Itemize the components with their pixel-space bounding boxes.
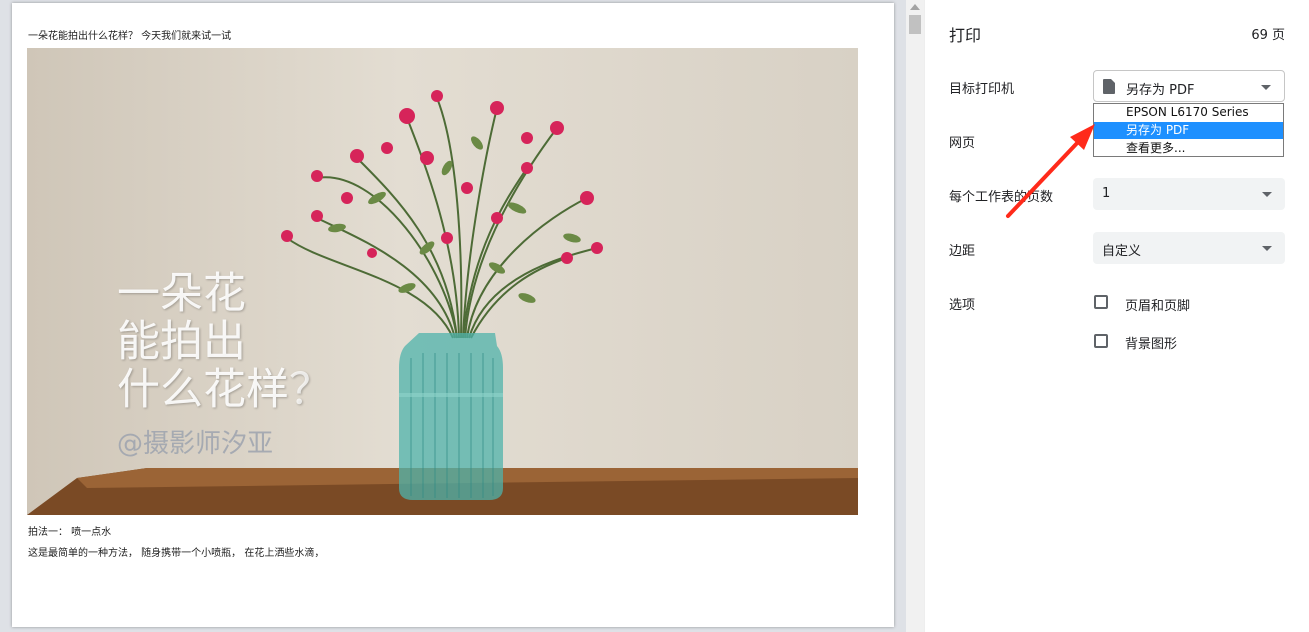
destination-dropdown: EPSON L6170 Series 另存为 PDF 查看更多...: [1093, 103, 1284, 157]
pages-per-sheet-select[interactable]: 1: [1093, 178, 1285, 210]
background-graphics-label[interactable]: 背景图形: [1125, 333, 1177, 352]
document-caption: 拍法一： 喷一点水: [28, 527, 112, 538]
preview-page: 一朵花能拍出什么花样？ 今天我们就来试一试 一朵花 能拍出 什么花样？ @摄影师…: [12, 3, 894, 627]
scroll-thumb[interactable]: [909, 15, 921, 34]
margins-value: 自定义: [1102, 244, 1142, 259]
document-body-text: 这是最简单的一种方法， 随身携带一个小喷瓶， 在花上洒些水滴，: [28, 548, 325, 559]
print-preview-area: 一朵花能拍出什么花样？ 今天我们就来试一试 一朵花 能拍出 什么花样？ @摄影师…: [0, 0, 906, 632]
flower-photo: 一朵花 能拍出 什么花样？ @摄影师汐亚: [27, 48, 858, 515]
image-overlay-title: 一朵花 能拍出 什么花样？: [117, 269, 332, 415]
destination-value: 另存为 PDF: [1126, 83, 1195, 98]
chevron-down-icon: [1261, 85, 1271, 90]
pages-per-sheet-value: 1: [1102, 186, 1111, 201]
image-credit: @摄影师汐亚: [117, 429, 274, 459]
headers-footers-checkbox[interactable]: [1094, 295, 1108, 309]
headers-footers-label[interactable]: 页眉和页脚: [1125, 295, 1190, 314]
margins-select[interactable]: 自定义: [1093, 232, 1285, 264]
destination-label: 目标打印机: [949, 82, 1015, 97]
pages-per-sheet-label: 每个工作表的页数: [949, 190, 1054, 205]
margins-label: 边距: [949, 244, 976, 259]
background-graphics-checkbox[interactable]: [1094, 334, 1108, 348]
dropdown-option-epson[interactable]: EPSON L6170 Series: [1094, 104, 1283, 121]
options-label: 选项: [949, 298, 976, 313]
document-icon: [1103, 79, 1115, 94]
dropdown-option-save-pdf[interactable]: 另存为 PDF: [1094, 122, 1283, 139]
scroll-up-arrow-icon[interactable]: [910, 4, 920, 10]
dropdown-option-see-more[interactable]: 查看更多...: [1094, 140, 1283, 157]
panel-divider: [924, 0, 925, 632]
pages-label: 网页: [949, 136, 976, 151]
chevron-down-icon: [1262, 192, 1272, 197]
destination-select[interactable]: 另存为 PDF: [1093, 70, 1285, 102]
chevron-down-icon: [1262, 246, 1272, 251]
document-title: 一朵花能拍出什么花样？ 今天我们就来试一试: [28, 31, 232, 42]
print-title: 打印: [949, 26, 982, 45]
preview-scrollbar[interactable]: [906, 0, 924, 632]
page-count: 69 页: [1251, 28, 1285, 43]
